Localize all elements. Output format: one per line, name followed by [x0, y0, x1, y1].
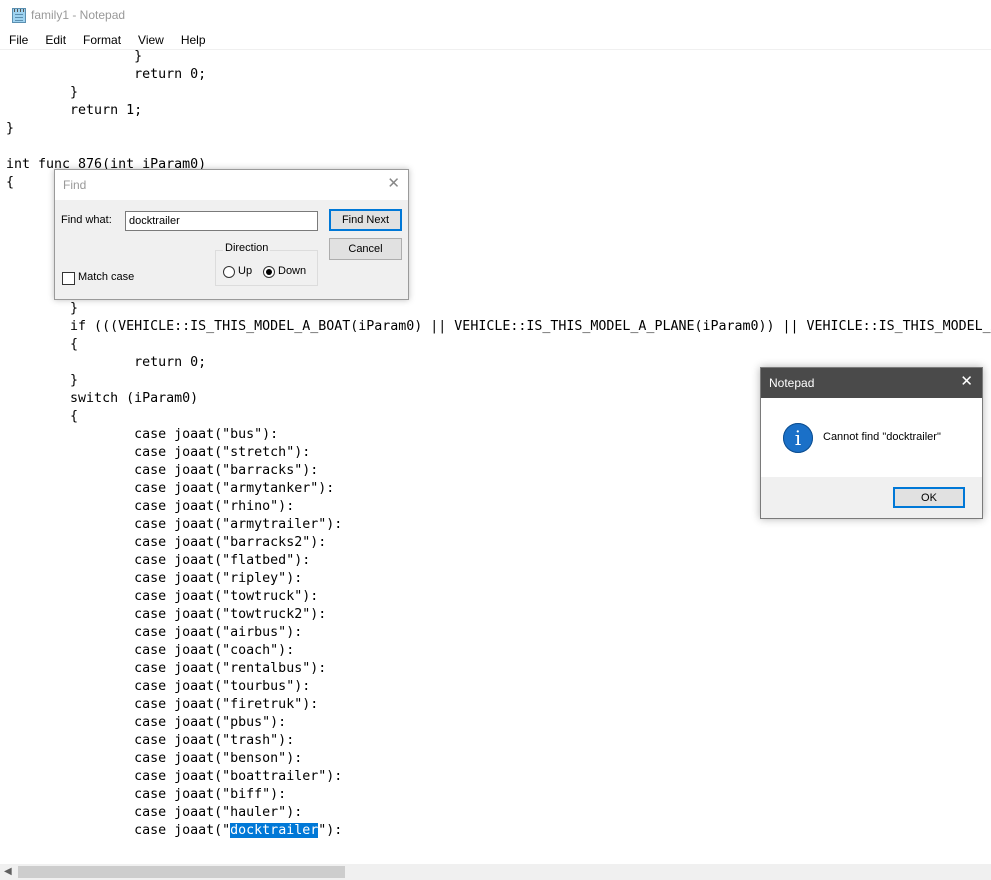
code-line: case joaat("armytrailer"): — [134, 517, 343, 532]
code-line: case joaat("biff"): — [134, 787, 287, 802]
cancel-button[interactable]: Cancel — [329, 238, 402, 260]
window-titlebar[interactable]: family1 - Notepad — [0, 0, 991, 30]
code-line: case joaat("rhino"): — [134, 499, 295, 514]
code-line: case joaat("firetruk"): — [134, 697, 319, 712]
code-line: return 0; — [134, 355, 207, 370]
menu-view[interactable]: View — [130, 33, 173, 47]
menu-format[interactable]: Format — [75, 33, 130, 47]
code-line: case joaat("tourbus"): — [134, 679, 311, 694]
horizontal-scrollbar[interactable]: ◀ — [0, 864, 991, 880]
notepad-message-box: Notepad ✕ i Cannot find "docktrailer" OK — [760, 367, 983, 519]
menu-file[interactable]: File — [0, 33, 37, 47]
code-line: case joaat("stretch"): — [134, 445, 311, 460]
notepad-app-icon — [12, 7, 26, 23]
code-line: case joaat("towtruck2"): — [134, 607, 327, 622]
direction-down-radio[interactable] — [263, 266, 275, 278]
direction-up-radio[interactable] — [223, 266, 235, 278]
find-dialog-titlebar[interactable]: Find ✕ — [55, 170, 408, 200]
find-what-input[interactable] — [125, 211, 318, 231]
direction-label: Direction — [223, 242, 271, 254]
code-line: case joaat("hauler"): — [134, 805, 303, 820]
code-line: } — [6, 121, 15, 136]
code-line: return 0; — [134, 67, 207, 82]
code-line: case joaat("airbus"): — [134, 625, 303, 640]
find-dialog-title: Find — [63, 178, 87, 192]
code-line: { — [70, 337, 79, 352]
code-line: case joaat("benson"): — [134, 751, 303, 766]
code-line: case joaat("flatbed"): — [134, 553, 311, 568]
scroll-left-arrow-icon[interactable]: ◀ — [4, 866, 12, 877]
code-line: } — [70, 301, 79, 316]
match-case-checkbox[interactable] — [62, 272, 75, 285]
menu-help[interactable]: Help — [173, 33, 215, 47]
code-line: case joaat("coach"): — [134, 643, 295, 658]
window-title: family1 - Notepad — [31, 8, 126, 22]
match-case-label[interactable]: Match case — [78, 271, 134, 283]
info-icon: i — [783, 423, 813, 453]
close-icon[interactable]: ✕ — [387, 176, 400, 191]
selected-text: docktrailer — [230, 823, 319, 838]
message-box-footer: OK — [761, 477, 982, 518]
code-line: case joaat("towtruck"): — [134, 589, 319, 604]
code-line: return 1; — [70, 103, 143, 118]
code-line: case joaat("armytanker"): — [134, 481, 335, 496]
direction-up-label[interactable]: Up — [238, 265, 252, 277]
code-line: } — [134, 50, 143, 64]
code-line: } — [70, 373, 79, 388]
ok-button[interactable]: OK — [893, 487, 965, 508]
direction-down-label[interactable]: Down — [278, 265, 306, 277]
scrollbar-thumb[interactable] — [18, 866, 345, 878]
find-what-label: Find what: — [61, 214, 112, 226]
last-line-suffix: "): — [318, 823, 343, 838]
find-dialog: Find ✕ Find what: Find Next Cancel Direc… — [54, 169, 409, 300]
menu-edit[interactable]: Edit — [37, 33, 75, 47]
code-line: case joaat("boattrailer"): — [134, 769, 343, 784]
menu-bar: File Edit Format View Help — [0, 30, 991, 50]
code-line: case joaat("trash"): — [134, 733, 295, 748]
message-box-titlebar[interactable]: Notepad ✕ — [761, 368, 982, 398]
code-line: if (((VEHICLE::IS_THIS_MODEL_A_BOAT(iPar… — [70, 319, 991, 334]
code-line: { — [6, 175, 15, 190]
close-icon[interactable]: ✕ — [960, 374, 973, 389]
message-box-title: Notepad — [769, 376, 815, 390]
code-line: case joaat("barracks2"): — [134, 535, 327, 550]
code-line: case joaat("pbus"): — [134, 715, 287, 730]
last-line-prefix: case joaat(" — [6, 823, 231, 838]
code-line: { — [70, 409, 79, 424]
code-line: case joaat("ripley"): — [134, 571, 303, 586]
code-line: case joaat("rentalbus"): — [134, 661, 327, 676]
code-line: switch (iParam0) — [70, 391, 199, 406]
message-text: Cannot find "docktrailer" — [823, 431, 941, 443]
find-next-button[interactable]: Find Next — [329, 209, 402, 231]
code-line: } — [70, 85, 79, 100]
code-line: case joaat("bus"): — [134, 427, 279, 442]
code-line: case joaat("barracks"): — [134, 463, 319, 478]
